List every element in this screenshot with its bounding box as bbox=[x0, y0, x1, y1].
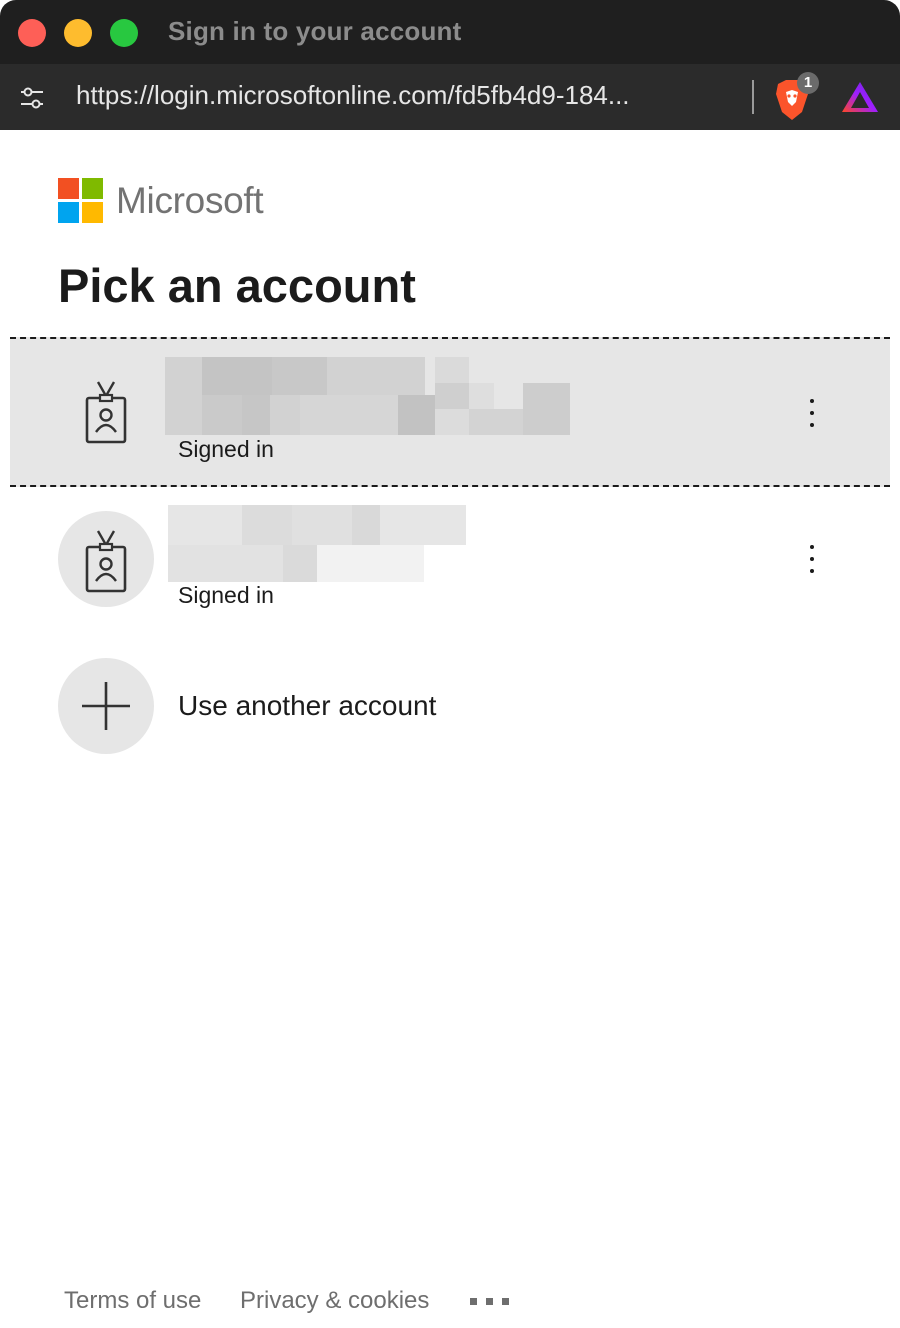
account-status: Signed in bbox=[178, 436, 274, 462]
vertical-ellipsis-icon[interactable] bbox=[802, 541, 822, 581]
tune-icon[interactable] bbox=[18, 84, 46, 112]
account-tile[interactable]: Signed in bbox=[10, 487, 890, 637]
logo-blue-square bbox=[58, 202, 79, 223]
vertical-ellipsis-icon[interactable] bbox=[802, 395, 822, 435]
logo-green-square bbox=[82, 178, 103, 199]
brave-rewards-icon[interactable] bbox=[840, 80, 880, 116]
use-another-account-button[interactable]: Use another account bbox=[10, 640, 890, 780]
page-title: Pick an account bbox=[58, 259, 416, 312]
badge-person-icon bbox=[85, 530, 127, 593]
account-avatar bbox=[58, 362, 154, 458]
account-avatar bbox=[58, 511, 154, 607]
microsoft-logo bbox=[58, 178, 104, 224]
microsoft-wordmark: Microsoft bbox=[116, 180, 264, 221]
shields-count-badge: 1 bbox=[797, 72, 819, 94]
account-status: Signed in bbox=[178, 582, 274, 608]
window-title: Sign in to your account bbox=[168, 16, 462, 46]
plus-icon bbox=[82, 682, 130, 730]
more-options-icon[interactable] bbox=[470, 1298, 510, 1308]
logo-red-square bbox=[58, 178, 79, 199]
close-window-button[interactable] bbox=[18, 19, 46, 47]
url-field[interactable]: https://login.microsoftonline.com/fd5fb4… bbox=[76, 80, 736, 111]
terms-of-use-link[interactable]: Terms of use bbox=[64, 1287, 201, 1315]
window-titlebar: Sign in to your account bbox=[0, 0, 900, 64]
use-another-account-label: Use another account bbox=[178, 690, 437, 721]
logo-yellow-square bbox=[82, 202, 103, 223]
address-bar: https://login.microsoftonline.com/fd5fb4… bbox=[0, 64, 900, 130]
account-tile[interactable]: Signed in bbox=[10, 337, 890, 487]
maximize-window-button[interactable] bbox=[110, 19, 138, 47]
badge-person-icon bbox=[85, 381, 127, 444]
address-divider bbox=[752, 80, 754, 114]
add-account-avatar bbox=[58, 658, 154, 754]
privacy-cookies-link[interactable]: Privacy & cookies bbox=[240, 1287, 429, 1315]
minimize-window-button[interactable] bbox=[64, 19, 92, 47]
